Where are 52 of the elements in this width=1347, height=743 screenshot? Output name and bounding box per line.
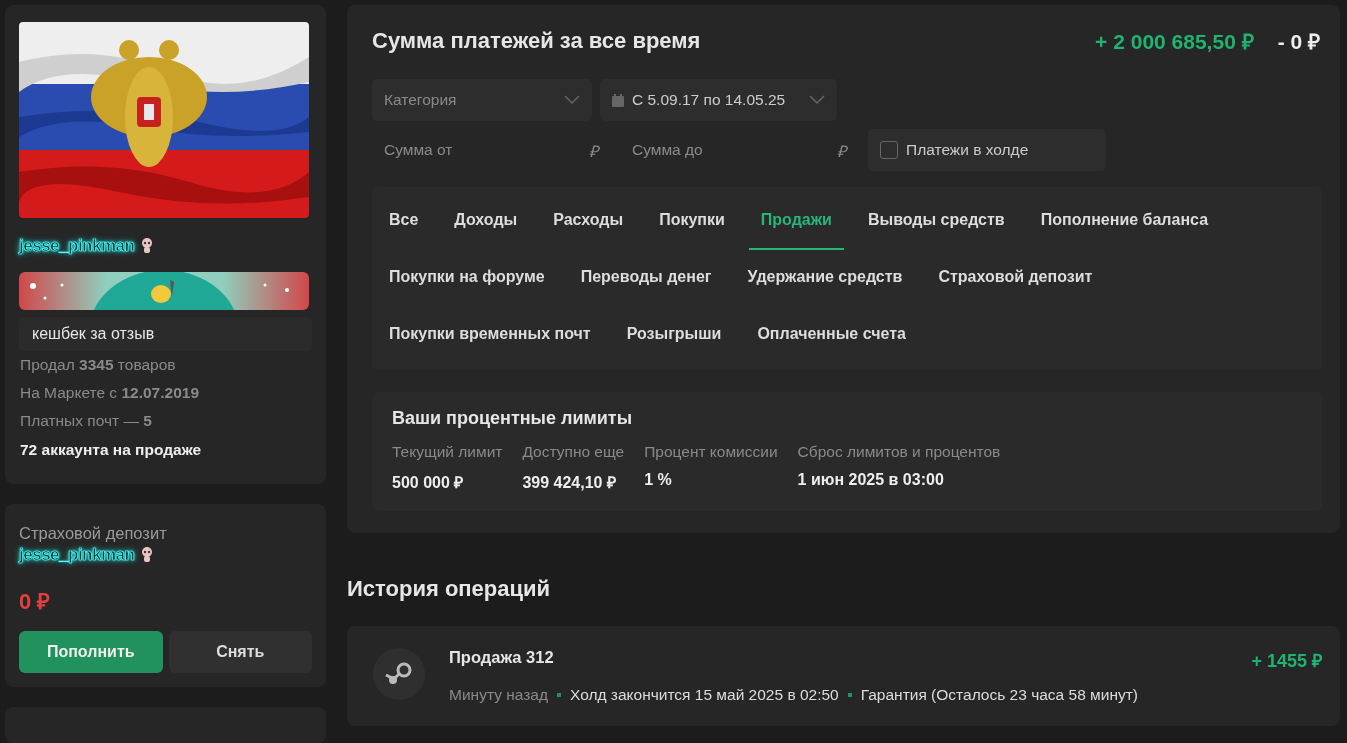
hold-info: Холд закончится 15 май 2025 в 02:50 <box>570 686 839 704</box>
tab[interactable]: Покупки временных почт <box>377 307 603 364</box>
stat-text: Платных почт — 5 <box>19 411 153 431</box>
calendar-icon <box>612 93 624 107</box>
limits-title: Ваши процентные лимиты <box>392 408 634 429</box>
limit-label: Доступно еще <box>522 443 625 461</box>
operation-card[interactable]: Продажа 312 + 1455 ₽ Минуту назад Холд закончится 15 май 2025 в 02:50 Гарантия (Осталось 23 часа 58 минут) <box>347 626 1340 726</box>
date-range-select[interactable]: С 5.09.17 по 14.05.25 <box>600 79 837 121</box>
tab[interactable]: Доходы <box>442 193 530 250</box>
limit-value: 1 июн 2025 в 03:00 <box>797 471 945 489</box>
tab[interactable]: Пополнение баланса <box>1028 193 1221 250</box>
guarantee-info: Гарантия (Осталось 23 часа 58 минут) <box>860 686 1138 704</box>
income-total: + 2 000 685,50 ₽ <box>1095 29 1254 55</box>
tab[interactable]: Удержание средств <box>735 250 915 307</box>
tab[interactable]: Покупки <box>647 193 737 250</box>
tab[interactable]: Расходы <box>541 193 636 250</box>
stat-text: 72 аккаунта на продаже <box>19 440 203 460</box>
limit-label: Текущий лимит <box>392 443 503 461</box>
operation-amount: + 1455 ₽ <box>1251 650 1322 672</box>
tab[interactable]: Продажи <box>748 193 844 250</box>
limit-label: Сброс лимитов и процентов <box>797 443 1001 461</box>
status-text: кешбек за отзыв <box>19 317 312 351</box>
tab[interactable]: Все <box>377 193 431 250</box>
withdraw-button[interactable]: Снять <box>168 631 312 673</box>
limit-value: 1 % <box>644 471 673 489</box>
currency-sign: ₽ <box>589 142 598 162</box>
limit-label: Процент комиссии <box>644 443 778 461</box>
stat-text: Продал 3345 товаров <box>19 355 177 375</box>
tab[interactable]: Страховой депозит <box>926 250 1105 307</box>
chevron-icon <box>564 95 580 105</box>
limit-value: 500 000 ₽ <box>392 473 465 493</box>
expense-total: - 0 ₽ <box>1277 29 1320 55</box>
deposit-title: Страховой депозит <box>19 524 168 543</box>
tab[interactable]: Покупки на форуме <box>377 250 557 307</box>
tab[interactable]: Выводы средств <box>855 193 1017 250</box>
operation-time: Минуту назад <box>449 686 548 704</box>
operation-title: Продажа 312 <box>449 648 554 668</box>
tab[interactable]: Переводы денег <box>568 250 724 307</box>
chevron-icon <box>809 95 825 105</box>
panel-title: Сумма платежей за все время <box>372 28 702 54</box>
section-title: История операций <box>347 576 552 602</box>
tab[interactable]: Розыгрыши <box>614 307 734 364</box>
tab[interactable]: Оплаченные счета <box>745 307 918 364</box>
currency-sign: ₽ <box>837 142 846 162</box>
checkbox[interactable] <box>880 141 898 159</box>
figure-icon <box>140 238 155 254</box>
logo-icon <box>373 648 425 700</box>
stat-text: На Маркете с 12.07.2019 <box>19 383 200 403</box>
figure-icon <box>140 547 155 563</box>
category-select[interactable]: Категория <box>372 79 592 121</box>
deposit-amount: 0 ₽ <box>19 588 52 615</box>
limit-value: 399 424,10 ₽ <box>522 473 617 493</box>
